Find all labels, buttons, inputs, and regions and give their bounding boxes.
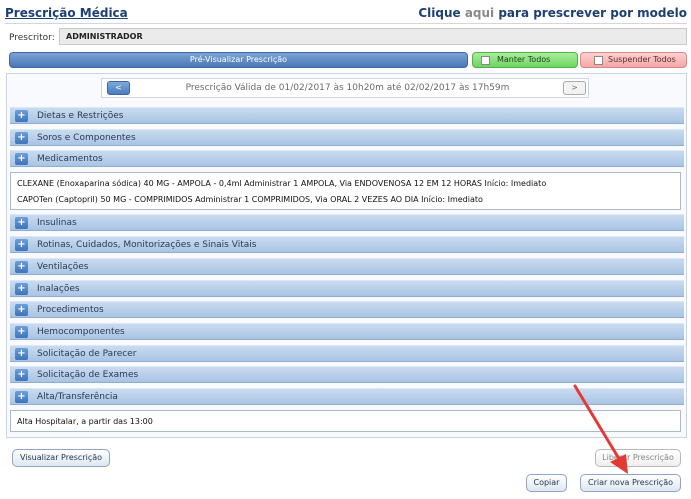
- release-prescription-button[interactable]: Liberar Prescrição: [595, 449, 681, 467]
- section-insulinas[interactable]: + Insulinas: [10, 214, 684, 231]
- expand-icon[interactable]: +: [15, 132, 28, 144]
- section-alta[interactable]: + Alta/Transferência: [10, 388, 684, 405]
- section-label: Rotinas, Cuidados, Monitorizações e Sina…: [37, 240, 257, 250]
- expand-icon[interactable]: +: [15, 304, 28, 316]
- section-exames[interactable]: + Solicitação de Exames: [10, 366, 684, 383]
- prescritor-field: ADMINISTRADOR: [59, 28, 687, 45]
- suspend-all-button[interactable]: Suspender Todos: [580, 52, 687, 68]
- expand-icon[interactable]: +: [15, 217, 28, 229]
- expand-icon[interactable]: +: [15, 369, 28, 381]
- section-label: Solicitação de Exames: [37, 370, 139, 380]
- keep-all-checkbox[interactable]: [481, 56, 490, 65]
- section-label: Ventilações: [37, 262, 89, 272]
- section-rotinas[interactable]: + Rotinas, Cuidados, Monitorizações e Si…: [10, 236, 684, 253]
- section-soros[interactable]: + Soros e Componentes: [10, 129, 684, 146]
- section-parecer[interactable]: + Solicitação de Parecer: [10, 345, 684, 362]
- section-label: Solicitação de Parecer: [37, 349, 137, 359]
- page-header: Prescrição Médica Clique aqui para presc…: [5, 6, 687, 24]
- alta-item[interactable]: Alta Hospitalar, a partir das 13:00: [17, 417, 153, 426]
- model-link-prefix: Clique: [418, 6, 465, 20]
- section-inalacoes[interactable]: + Inalações: [10, 280, 684, 297]
- view-prescription-button[interactable]: Visualizar Prescrição: [12, 449, 110, 467]
- section-hemocomponentes[interactable]: + Hemocomponentes: [10, 323, 684, 340]
- prev-prescription-button[interactable]: <: [107, 81, 130, 95]
- next-prescription-button[interactable]: >: [563, 81, 586, 95]
- alta-list: Alta Hospitalar, a partir das 13:00: [10, 410, 681, 432]
- create-prescription-button[interactable]: Criar nova Prescrição: [580, 474, 681, 492]
- section-label: Soros e Componentes: [37, 133, 136, 143]
- expand-icon[interactable]: +: [15, 239, 28, 251]
- expand-icon[interactable]: +: [15, 348, 28, 360]
- section-dietas[interactable]: + Dietas e Restrições: [10, 107, 684, 124]
- model-prescription-link[interactable]: Clique aqui para prescrever por modelo: [418, 6, 687, 20]
- section-label: Medicamentos: [37, 154, 103, 164]
- suspend-all-checkbox[interactable]: [594, 56, 603, 65]
- copy-button[interactable]: Copiar: [526, 474, 567, 492]
- section-label: Procedimentos: [37, 305, 104, 315]
- validity-navigator: < Prescrição Válida de 01/02/2017 às 10h…: [101, 78, 589, 98]
- expand-icon[interactable]: +: [15, 261, 28, 273]
- validity-text: Prescrição Válida de 01/02/2017 às 10h20…: [185, 83, 510, 93]
- section-medicamentos[interactable]: + Medicamentos: [10, 150, 684, 167]
- section-label: Insulinas: [37, 218, 77, 228]
- expand-icon[interactable]: +: [15, 283, 28, 295]
- page-title: Prescrição Médica: [5, 6, 128, 20]
- medication-item[interactable]: CAPOTen (Captopril) 50 MG - COMPRIMIDOS …: [17, 195, 483, 204]
- medicamentos-list: CLEXANE (Enoxaparina sódica) 40 MG - AMP…: [10, 172, 681, 210]
- prescritor-label: Prescritor:: [9, 33, 55, 43]
- section-label: Dietas e Restrições: [37, 111, 124, 121]
- expand-icon[interactable]: +: [15, 110, 28, 122]
- suspend-all-label: Suspender Todos: [608, 55, 676, 64]
- section-label: Inalações: [37, 284, 80, 294]
- section-procedimentos[interactable]: + Procedimentos: [10, 301, 684, 318]
- model-link-aqui[interactable]: aqui: [465, 6, 494, 20]
- keep-all-label: Manter Todos: [497, 55, 551, 64]
- preview-prescription-button[interactable]: Pré-Visualizar Prescrição: [9, 52, 468, 68]
- medication-item[interactable]: CLEXANE (Enoxaparina sódica) 40 MG - AMP…: [17, 179, 546, 188]
- section-label: Hemocomponentes: [37, 327, 125, 337]
- expand-icon[interactable]: +: [15, 153, 28, 165]
- expand-icon[interactable]: +: [15, 391, 28, 403]
- section-ventilacoes[interactable]: + Ventilações: [10, 258, 684, 275]
- expand-icon[interactable]: +: [15, 326, 28, 338]
- section-label: Alta/Transferência: [37, 392, 118, 402]
- model-link-suffix: para prescrever por modelo: [494, 6, 687, 20]
- keep-all-button[interactable]: Manter Todos: [472, 52, 578, 68]
- prescription-panel: [6, 73, 687, 438]
